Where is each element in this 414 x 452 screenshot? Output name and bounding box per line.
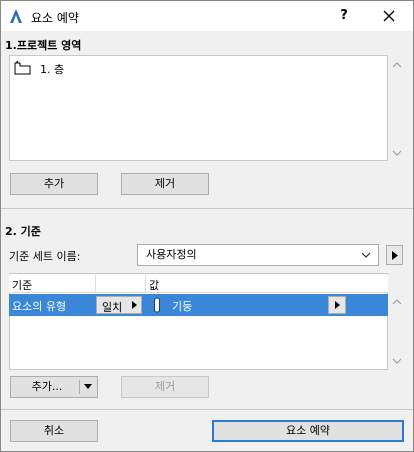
table-row[interactable]: 요소의 유형 일치 기둥 — [9, 294, 388, 316]
close-icon[interactable] — [373, 5, 405, 27]
criteria-add-label: 추가... — [31, 380, 63, 393]
criteria-table-header: 기준 값 — [9, 275, 388, 293]
play-arrow-icon — [392, 251, 398, 260]
criteria-set-menu-button[interactable] — [386, 245, 403, 265]
play-arrow-icon — [335, 301, 340, 309]
help-button[interactable]: ? — [329, 5, 359, 27]
play-arrow-icon — [132, 301, 137, 309]
chevron-down-icon[interactable] — [84, 384, 92, 389]
cancel-button[interactable]: 취소 — [10, 420, 98, 442]
reserve-elements-dialog: 요소 예약 ? 1.프로젝트 영역 1. 층 추가 제거 2. 기준 기준 세트… — [0, 0, 414, 452]
list-item-label: 1. 층 — [40, 63, 65, 76]
column-divider — [145, 275, 146, 292]
criterion-cell: 요소의 유형 — [12, 300, 67, 313]
scroll-up-icon[interactable] — [392, 61, 402, 69]
column-header-value: 값 — [149, 279, 160, 292]
chevron-down-icon — [361, 252, 371, 258]
project-area-heading: 1.프로젝트 영역 — [5, 39, 82, 52]
reserve-elements-button[interactable]: 요소 예약 — [212, 420, 404, 442]
value-cell: 기둥 — [172, 300, 193, 313]
scroll-down-icon[interactable] — [392, 357, 402, 365]
operator-dropdown[interactable]: 일치 — [96, 296, 142, 314]
operator-value: 일치 — [102, 301, 123, 314]
criteria-set-value: 사용자정의 — [146, 248, 197, 261]
split-divider — [79, 380, 80, 394]
column-divider — [95, 275, 96, 292]
value-menu-button[interactable] — [328, 296, 346, 314]
criteria-add-button[interactable]: 추가... — [10, 376, 98, 398]
archicad-logo-icon — [10, 9, 22, 23]
floor-icon — [14, 61, 31, 75]
column-header-criterion: 기준 — [12, 279, 33, 292]
footer-divider — [1, 409, 413, 410]
criteria-set-select[interactable]: 사용자정의 — [137, 244, 379, 266]
column-icon — [154, 297, 160, 313]
criteria-remove-button[interactable]: 제거 — [121, 376, 209, 398]
scroll-down-icon[interactable] — [392, 149, 402, 157]
window-title: 요소 예약 — [31, 11, 79, 25]
section-divider — [1, 208, 413, 209]
project-area-add-button[interactable]: 추가 — [10, 173, 98, 195]
scroll-up-icon[interactable] — [392, 298, 402, 306]
project-area-remove-button[interactable]: 제거 — [121, 173, 209, 195]
project-area-list[interactable]: 1. 층 — [9, 55, 388, 161]
criteria-heading: 2. 기준 — [5, 225, 41, 238]
title-bar: 요소 예약 ? — [1, 1, 413, 31]
criteria-set-name-label: 기준 세트 이름: — [9, 250, 81, 263]
